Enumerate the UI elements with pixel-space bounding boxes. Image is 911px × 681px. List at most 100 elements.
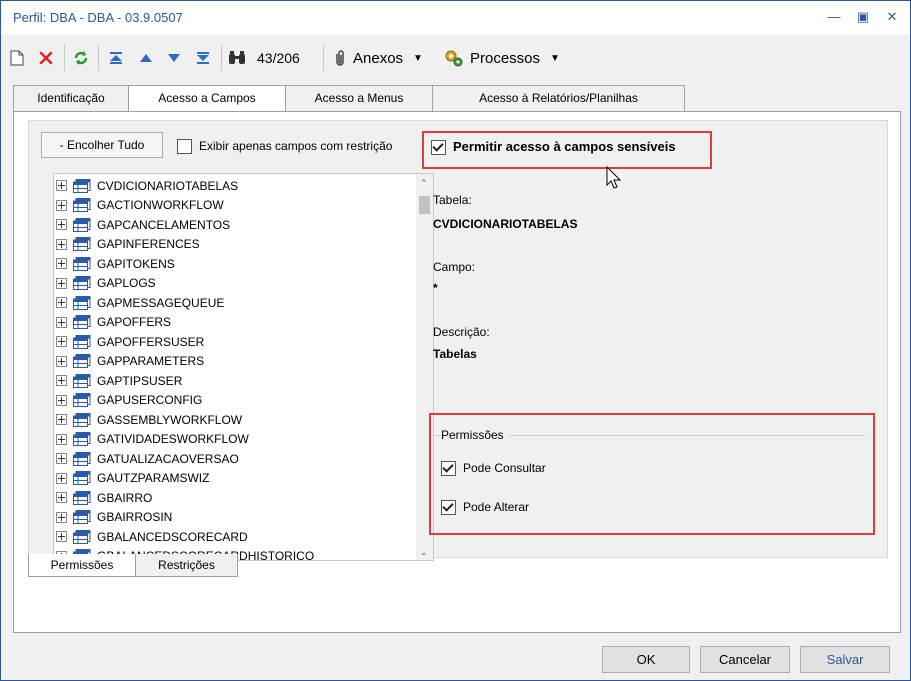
tree-item[interactable]: GAPUSERCONFIG bbox=[54, 391, 404, 410]
tree-item[interactable]: GAPPARAMETERS bbox=[54, 352, 404, 371]
tab-label: Acesso à Relatórios/Planilhas bbox=[479, 91, 638, 105]
allow-sensitive-checkbox[interactable] bbox=[431, 140, 446, 155]
scroll-down-icon[interactable]: ⌄ bbox=[420, 547, 428, 558]
tree-item-label: GBAIRRO bbox=[97, 490, 153, 505]
table-icon bbox=[73, 432, 91, 446]
tree-item[interactable]: GAPINFERENCES bbox=[54, 235, 404, 254]
paperclip-icon bbox=[336, 50, 344, 66]
tree-item[interactable]: GAUTZPARAMSWIZ bbox=[54, 469, 404, 488]
tab-restricoes[interactable]: Restrições bbox=[135, 554, 238, 577]
tab-acesso-menus[interactable]: Acesso a Menus bbox=[285, 85, 433, 111]
tree-item[interactable]: GAPLOGS bbox=[54, 274, 404, 293]
tables-tree[interactable]: CVDICIONARIOTABELAS GACTIONWORKFLOW GAPCAN… bbox=[53, 173, 434, 561]
tree-item[interactable]: CVDICIONARIOTABELAS bbox=[54, 176, 404, 195]
descricao-value: Tabelas bbox=[433, 347, 477, 361]
allow-sensitive-label: Permitir acesso à campos sensíveis bbox=[453, 139, 676, 154]
tree-item[interactable]: GACTIONWORKFLOW bbox=[54, 196, 404, 215]
refresh-icon bbox=[74, 51, 88, 65]
table-icon bbox=[73, 354, 91, 368]
expand-icon[interactable] bbox=[56, 375, 67, 386]
expand-icon[interactable] bbox=[56, 336, 67, 347]
tree-item[interactable]: GAPITOKENS bbox=[54, 254, 404, 273]
refresh-button[interactable] bbox=[70, 47, 92, 69]
tree-item[interactable]: GAPCANCELAMENTOS bbox=[54, 215, 404, 234]
expand-icon[interactable] bbox=[56, 180, 67, 191]
expand-icon[interactable] bbox=[56, 238, 67, 250]
tree-item[interactable]: GAPMESSAGEQUEUE bbox=[54, 293, 404, 312]
table-icon bbox=[73, 334, 91, 349]
tab-label: Acesso a Menus bbox=[314, 91, 404, 105]
tree-item[interactable]: GASSEMBLYWORKFLOW bbox=[54, 410, 404, 429]
next-record-button[interactable] bbox=[164, 47, 184, 69]
tree-item-label: GAPCANCELAMENTOS bbox=[97, 217, 231, 232]
processos-label: Processos bbox=[470, 49, 541, 67]
toolbar: 43/206 Anexos ▼ Processos ▼ bbox=[1, 41, 910, 75]
campo-value: * bbox=[433, 281, 438, 295]
ok-label: OK bbox=[636, 652, 656, 667]
previous-record-button[interactable] bbox=[136, 47, 156, 69]
permissoes-group-label: Permissões bbox=[441, 428, 508, 442]
tree-item[interactable]: GBAIRROSIN bbox=[54, 508, 404, 527]
search-records-button[interactable]: 43/206 bbox=[227, 47, 309, 69]
tree-item-label: GAPMESSAGEQUEUE bbox=[97, 295, 225, 310]
tab-identificacao[interactable]: Identificação bbox=[13, 85, 129, 111]
only-restricted-checkbox[interactable] bbox=[177, 139, 192, 154]
expand-icon[interactable] bbox=[56, 258, 67, 269]
first-record-button[interactable] bbox=[106, 47, 126, 69]
expand-icon[interactable] bbox=[56, 355, 67, 367]
minimize-button[interactable]: — bbox=[823, 7, 845, 27]
cancel-button[interactable]: Cancelar bbox=[700, 646, 790, 673]
delete-x-icon bbox=[39, 51, 53, 65]
table-icon bbox=[73, 256, 91, 271]
expand-icon[interactable] bbox=[56, 453, 67, 464]
tab-acesso-campos[interactable]: Acesso a Campos bbox=[128, 85, 286, 113]
anexos-menu[interactable]: Anexos ▼ bbox=[333, 47, 437, 69]
tree-item-label: GAPLOGS bbox=[97, 276, 156, 290]
maximize-icon: ▣ bbox=[856, 9, 870, 24]
new-record-button[interactable] bbox=[7, 47, 27, 69]
tab-permissoes[interactable]: Permissões bbox=[28, 554, 136, 577]
expand-icon[interactable] bbox=[56, 492, 67, 503]
expand-icon[interactable] bbox=[56, 219, 67, 230]
tree-item-label: GAPOFFERS bbox=[97, 315, 172, 329]
tree-item-label: GAUTZPARAMSWIZ bbox=[97, 471, 210, 485]
tree-item[interactable]: GATUALIZACAOVERSAO bbox=[54, 449, 404, 468]
collapse-all-button[interactable]: - Encolher Tudo bbox=[41, 132, 163, 158]
tree-item[interactable]: GAPOFFERS bbox=[54, 313, 404, 332]
expand-icon[interactable] bbox=[56, 433, 67, 445]
expand-icon[interactable] bbox=[56, 316, 67, 328]
expand-icon[interactable] bbox=[56, 531, 67, 542]
tabela-value: CVDICIONARIOTABELAS bbox=[433, 217, 578, 231]
expand-icon[interactable] bbox=[56, 511, 67, 523]
table-icon bbox=[73, 373, 91, 388]
expand-icon[interactable] bbox=[56, 277, 67, 289]
tree-item[interactable]: GAPOFFERSUSER bbox=[54, 332, 404, 351]
scrollbar-thumb[interactable] bbox=[419, 196, 430, 214]
save-button[interactable]: Salvar bbox=[800, 646, 890, 673]
expand-icon[interactable] bbox=[56, 199, 67, 211]
maximize-button[interactable]: ▣ bbox=[852, 7, 874, 27]
expand-icon[interactable] bbox=[56, 297, 67, 308]
tree-item[interactable]: GATIVIDADESWORKFLOW bbox=[54, 430, 404, 449]
pode-consultar-checkbox[interactable] bbox=[441, 461, 456, 476]
table-icon bbox=[73, 178, 91, 193]
expand-icon[interactable] bbox=[56, 472, 67, 484]
toolbar-separator bbox=[98, 45, 99, 71]
scroll-up-icon[interactable]: ⌃ bbox=[420, 178, 428, 189]
tab-acesso-relatorios[interactable]: Acesso à Relatórios/Planilhas bbox=[432, 85, 685, 111]
mouse-cursor-icon bbox=[606, 166, 622, 189]
processos-menu[interactable]: Processos ▼ bbox=[444, 47, 569, 69]
delete-record-button[interactable] bbox=[36, 47, 56, 69]
table-icon bbox=[73, 276, 91, 290]
tree-item[interactable]: GAPTIPSUSER bbox=[54, 371, 404, 390]
tree-item[interactable]: GBAIRRO bbox=[54, 488, 404, 507]
table-icon bbox=[73, 510, 91, 524]
close-window-button[interactable]: ✕ bbox=[881, 7, 903, 27]
last-record-button[interactable] bbox=[193, 47, 213, 69]
pode-alterar-checkbox[interactable] bbox=[441, 500, 456, 515]
ok-button[interactable]: OK bbox=[602, 646, 690, 673]
tab-content-panel: - Encolher Tudo Exibir apenas campos com… bbox=[13, 111, 901, 633]
expand-icon[interactable] bbox=[56, 414, 67, 425]
expand-icon[interactable] bbox=[56, 394, 67, 406]
tree-item[interactable]: GBALANCEDSCORECARD bbox=[54, 527, 404, 546]
